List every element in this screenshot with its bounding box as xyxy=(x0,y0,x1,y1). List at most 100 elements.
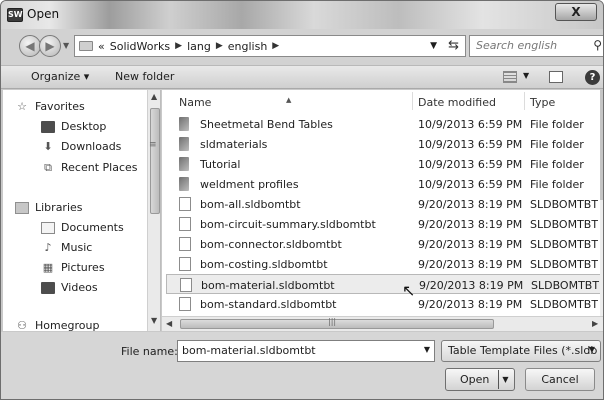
nav-pictures[interactable]: ▦ Pictures xyxy=(41,261,105,274)
file-date: 10/9/2013 6:59 PM xyxy=(418,158,523,171)
horizontal-scroll-thumb[interactable] xyxy=(180,319,494,329)
nav-libraries[interactable]: Libraries xyxy=(15,201,83,214)
file-row[interactable]: bom-standard.sldbomtbt 9/20/2013 8:19 PM… xyxy=(166,294,602,314)
file-row-selected[interactable]: bom-material.sldbomtbt 9/20/2013 8:19 PM… xyxy=(166,274,602,294)
file-list-horizontal-scrollbar[interactable]: ◀ ||| ▶ xyxy=(162,316,603,331)
file-name-dropdown-icon[interactable]: ▼ xyxy=(424,345,430,354)
file-row[interactable]: Sheetmetal Bend Tables 10/9/2013 6:59 PM… xyxy=(166,114,602,134)
column-type-header[interactable]: Type xyxy=(530,96,555,109)
organize-button[interactable]: Organize ▾ xyxy=(31,70,89,83)
breadcrumb-overflow[interactable]: « xyxy=(98,40,105,53)
breadcrumb-separator-icon[interactable]: ▶ xyxy=(216,41,223,51)
open-button[interactable]: Open ▼ xyxy=(445,368,515,391)
forward-arrow-icon: ▶ xyxy=(45,39,55,53)
folder-icon xyxy=(179,137,189,151)
filter-dropdown-icon[interactable]: ▼ xyxy=(589,345,595,354)
downloads-icon: ⬇ xyxy=(43,139,53,153)
folder-icon xyxy=(179,157,189,171)
help-icon[interactable]: ? xyxy=(585,70,600,85)
sort-ascending-icon: ▲ xyxy=(286,96,292,104)
nav-videos[interactable]: Videos xyxy=(41,281,98,294)
nav-favorites[interactable]: ☆ Favorites xyxy=(15,100,85,113)
column-divider[interactable] xyxy=(524,92,525,110)
file-name-input[interactable]: bom-material.sldbomtbt ▼ xyxy=(177,340,435,362)
file-row[interactable]: bom-connector.sldbomtbt 9/20/2013 8:19 P… xyxy=(166,234,602,254)
videos-icon xyxy=(41,281,55,294)
solidworks-app-icon: SW xyxy=(7,8,23,22)
file-type: SLDBOMTBT F xyxy=(530,258,598,271)
nav-music[interactable]: ♪ Music xyxy=(41,241,92,254)
recent-places-icon: ⧉ xyxy=(44,160,52,174)
scroll-down-icon[interactable]: ▼ xyxy=(151,316,157,325)
scroll-grip-icon: ||| xyxy=(328,317,337,326)
documents-icon xyxy=(41,221,55,234)
column-divider[interactable] xyxy=(412,92,413,110)
scroll-up-icon[interactable]: ▲ xyxy=(151,92,157,101)
address-bar[interactable]: « SolidWorks ▶ lang ▶ english ▶ ▼ ⇆ xyxy=(74,35,466,57)
nav-recent-places[interactable]: ⧉ Recent Places xyxy=(41,160,137,174)
breadcrumb-english[interactable]: english xyxy=(228,40,268,53)
folder-icon xyxy=(179,117,189,131)
file-date: 9/20/2013 8:19 PM xyxy=(418,218,523,231)
file-type: File folder xyxy=(530,138,584,151)
preview-pane-icon[interactable] xyxy=(549,71,563,83)
back-button[interactable]: ◀ xyxy=(19,35,41,57)
nav-scroll-thumb[interactable] xyxy=(150,108,160,214)
open-options-dropdown-icon[interactable]: ▼ xyxy=(498,370,512,389)
nav-label: Music xyxy=(61,241,93,254)
vertical-scroll-thumb[interactable] xyxy=(600,90,603,200)
file-date: 9/20/2013 8:19 PM xyxy=(419,279,524,292)
scroll-right-icon[interactable]: ▶ xyxy=(592,319,598,328)
file-row[interactable]: bom-circuit-summary.sldbomtbt 9/20/2013 … xyxy=(166,214,602,234)
cancel-button[interactable]: Cancel xyxy=(525,368,595,391)
window-title: Open xyxy=(27,7,60,21)
file-icon xyxy=(179,297,191,311)
file-type-filter-value: Table Template Files (*.sldb xyxy=(448,344,598,357)
nav-scrollbar[interactable]: ▲ ≡ ▼ xyxy=(147,90,160,331)
views-icon[interactable] xyxy=(503,71,517,83)
file-name: Tutorial xyxy=(200,158,241,171)
scroll-left-icon[interactable]: ◀ xyxy=(166,319,172,328)
nav-homegroup[interactable]: ⚇ Homegroup xyxy=(15,319,99,331)
nav-label: Libraries xyxy=(35,201,83,214)
file-type: File folder xyxy=(530,158,584,171)
nav-downloads[interactable]: ⬇ Downloads xyxy=(41,140,121,153)
file-date: 9/20/2013 8:19 PM xyxy=(418,238,523,251)
recent-locations-dropdown[interactable]: ▼ xyxy=(63,41,69,50)
file-list-vertical-scrollbar[interactable] xyxy=(600,90,603,316)
search-input[interactable]: Search english ⚲ xyxy=(469,35,603,57)
open-button-label: Open xyxy=(460,373,490,386)
search-icon[interactable]: ⚲ xyxy=(593,38,602,52)
views-dropdown-icon[interactable]: ▼ xyxy=(523,71,529,80)
breadcrumb-separator-icon[interactable]: ▶ xyxy=(175,41,182,51)
column-date-header[interactable]: Date modified xyxy=(418,96,496,109)
file-row[interactable]: bom-costing.sldbomtbt 9/20/2013 8:19 PM … xyxy=(166,254,602,274)
command-toolbar: Organize ▾ New folder ▼ ? xyxy=(1,65,603,89)
new-folder-button[interactable]: New folder xyxy=(115,70,174,83)
navigation-pane: ☆ Favorites Desktop ⬇ Downloads ⧉ Recent… xyxy=(3,90,161,331)
file-icon xyxy=(179,237,191,251)
file-row[interactable]: Tutorial 10/9/2013 6:59 PM File folder xyxy=(166,154,602,174)
file-row[interactable]: bom-all.sldbomtbt 9/20/2013 8:19 PM SLDB… xyxy=(166,194,602,214)
address-dropdown-icon[interactable]: ▼ xyxy=(430,41,437,51)
file-name-label: File name: xyxy=(121,345,178,358)
file-list: ▲ Name Date modified Type Sheetmetal Ben… xyxy=(162,90,603,331)
desktop-icon xyxy=(41,120,55,133)
file-row[interactable]: sldmaterials 10/9/2013 6:59 PM File fold… xyxy=(166,134,602,154)
breadcrumb-separator-icon[interactable]: ▶ xyxy=(272,41,279,51)
file-type: SLDBOMTBT F xyxy=(530,298,598,311)
file-type-filter[interactable]: Table Template Files (*.sldb ▼ xyxy=(441,340,601,362)
close-button[interactable]: X xyxy=(555,3,597,21)
nav-documents[interactable]: Documents xyxy=(41,221,124,234)
refresh-icon[interactable]: ⇆ xyxy=(448,38,459,53)
column-name-header[interactable]: Name xyxy=(179,96,211,109)
nav-desktop[interactable]: Desktop xyxy=(41,120,106,133)
file-row[interactable]: weldment profiles 10/9/2013 6:59 PM File… xyxy=(166,174,602,194)
forward-button[interactable]: ▶ xyxy=(39,35,61,57)
breadcrumb-lang[interactable]: lang xyxy=(187,40,211,53)
breadcrumb-solidworks[interactable]: SolidWorks xyxy=(110,40,170,53)
search-placeholder: Search english xyxy=(476,39,558,52)
music-icon: ♪ xyxy=(44,240,52,254)
file-icon xyxy=(179,217,191,231)
title-bar: SW Open X xyxy=(1,1,603,29)
